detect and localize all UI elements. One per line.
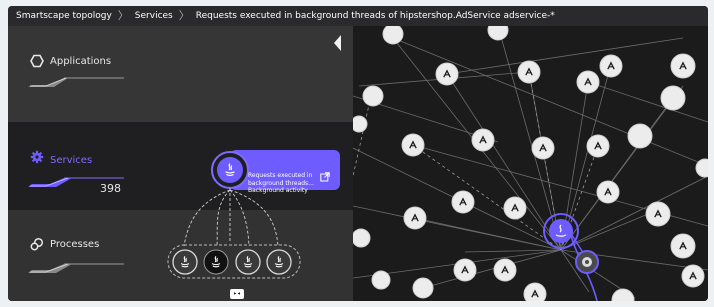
tooltip-line: background threads... [248, 179, 314, 187]
graph-node[interactable] [471, 128, 495, 152]
graph-node[interactable] [451, 190, 475, 214]
graph-node[interactable] [412, 277, 434, 299]
process-group-badge: ▸◂ [230, 289, 244, 299]
graph-node[interactable] [353, 115, 368, 133]
graph-node[interactable] [670, 53, 696, 79]
chevron-right-icon: 〉 [178, 9, 190, 22]
graph-node[interactable] [627, 123, 653, 149]
graph-node[interactable] [660, 85, 686, 111]
graph-node[interactable] [453, 258, 477, 282]
selected-service-tree [167, 150, 340, 279]
graph-node[interactable] [382, 26, 404, 45]
graph-node[interactable] [586, 134, 610, 158]
breadcrumb: Smartscape topology 〉 Services 〉 Request… [8, 6, 708, 26]
graph-node[interactable] [401, 133, 425, 157]
smartscape-window: Smartscape topology 〉 Services 〉 Request… [8, 6, 708, 301]
graph-node[interactable] [493, 258, 517, 282]
graph-node[interactable] [362, 85, 384, 107]
selected-service-node[interactable] [217, 157, 243, 183]
breadcrumb-current-service: Requests executed in background threads … [195, 11, 555, 21]
service-tooltip-text: Requests executed in background threads.… [248, 172, 316, 206]
graph-node[interactable] [403, 206, 427, 230]
topology-layer-panel: Applications Services 398 Processes Requ… [8, 26, 353, 301]
graph-node[interactable] [531, 136, 555, 160]
process-node[interactable] [172, 249, 198, 275]
graph-node[interactable] [371, 270, 391, 290]
graph-node[interactable] [670, 233, 696, 259]
tooltip-line: Background activity [248, 187, 308, 194]
chevron-right-icon: 〉 [117, 9, 129, 22]
graph-node[interactable] [645, 201, 671, 227]
process-node[interactable] [266, 249, 292, 275]
breadcrumb-services[interactable]: Services [129, 6, 179, 26]
graph-node[interactable] [503, 196, 527, 220]
tooltip-line: Requests executed in [248, 172, 313, 179]
process-nodes [172, 249, 292, 275]
open-external-icon[interactable] [320, 172, 330, 182]
graph-node[interactable] [435, 62, 459, 86]
breadcrumb-smartscape-topology[interactable]: Smartscape topology [8, 6, 118, 26]
topology-graph[interactable] [353, 26, 708, 301]
graph-node[interactable] [576, 70, 600, 94]
graph-node[interactable] [517, 60, 541, 84]
graph-node[interactable] [596, 180, 620, 204]
graph-node[interactable] [599, 54, 623, 78]
graph-node[interactable] [681, 264, 705, 288]
process-node[interactable] [235, 249, 261, 275]
process-node[interactable] [203, 249, 229, 275]
graph-node[interactable] [353, 228, 371, 248]
